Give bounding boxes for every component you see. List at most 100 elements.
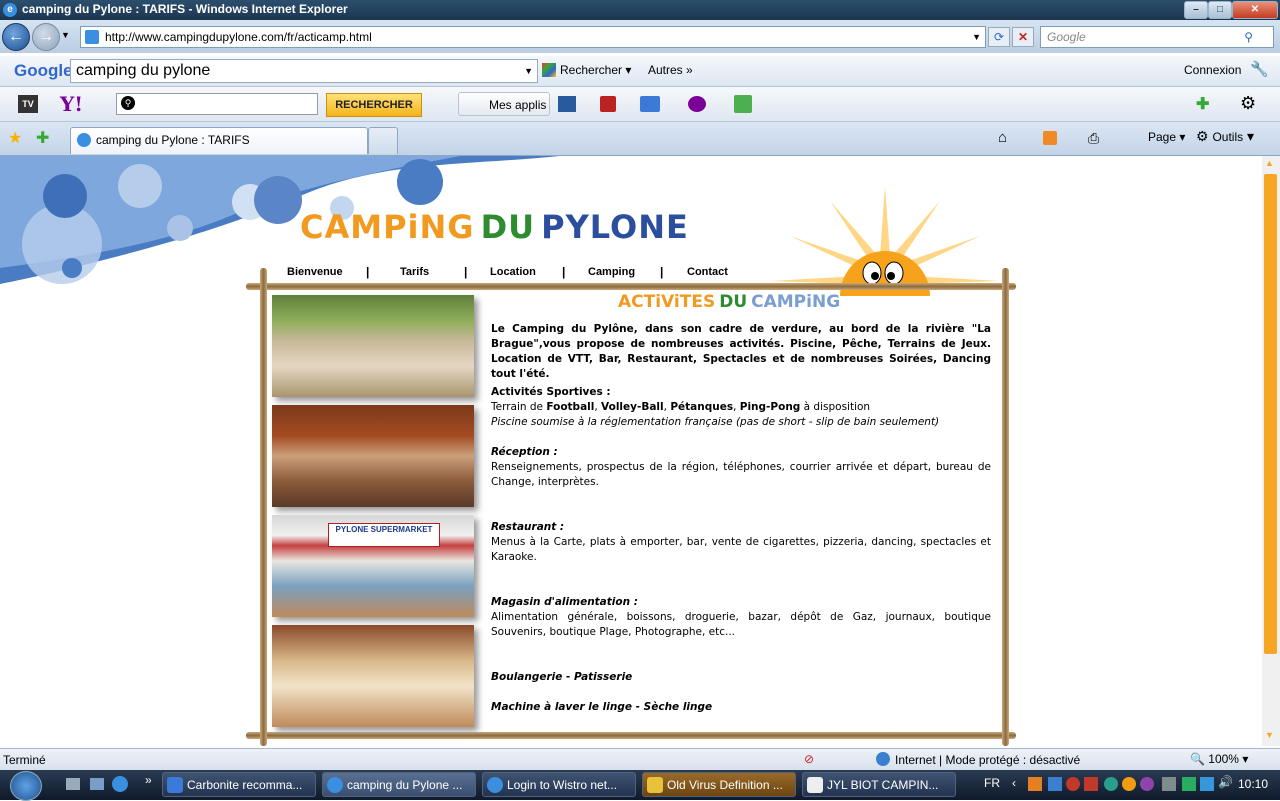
shop-title: Magasin d'alimentation : [491, 596, 638, 608]
puzzle-icon[interactable] [734, 95, 752, 113]
tab-title: camping du Pylone : TARIFS [96, 133, 250, 147]
document-icon [807, 777, 823, 793]
restaurant-text: Menus à la Carte, plats à emporter, bar,… [491, 536, 991, 563]
record-icon[interactable] [600, 96, 616, 112]
mail-icon[interactable] [640, 96, 660, 112]
add-icon[interactable]: ✚ [1196, 94, 1209, 114]
search-input[interactable]: Google ⚲ [1040, 26, 1274, 48]
video-icon[interactable] [558, 96, 576, 112]
yahoo-logo[interactable]: Y! [60, 92, 83, 116]
task-wistro[interactable]: Login to Wistro net... [482, 772, 636, 797]
url-input[interactable]: http://www.campingdupylone.com/fr/actica… [80, 26, 986, 48]
address-bar: ← → ▼ http://www.campingdupylone.com/fr/… [0, 20, 1280, 53]
tray-app-icon[interactable] [1028, 777, 1042, 791]
messenger-icon[interactable] [688, 96, 706, 112]
nav-tarifs[interactable]: Tarifs [400, 266, 429, 278]
tray-sync-icon[interactable] [1104, 777, 1118, 791]
more-button[interactable]: Autres » [648, 63, 693, 77]
search-icon[interactable]: ⚲ [1244, 27, 1253, 47]
nav-contact[interactable]: Contact [687, 266, 728, 278]
gear-icon[interactable]: ⚙ [1240, 93, 1256, 114]
add-favorite-icon[interactable]: ✚ [36, 128, 49, 148]
logo-part2: DU [480, 208, 536, 246]
google-search-input[interactable]: camping du pylone ▼ [70, 59, 538, 83]
carbonite-icon [167, 777, 183, 793]
close-window-button[interactable]: ✕ [1232, 1, 1278, 19]
photo-supermarket: PYLONE SUPERMARKET [272, 515, 474, 617]
popup-blocked-icon[interactable]: ⊘ [804, 752, 814, 766]
tab-active[interactable]: camping du Pylone : TARIFS [70, 127, 368, 154]
language-indicator[interactable]: FR [984, 776, 1000, 790]
minimize-button[interactable]: – [1184, 1, 1208, 19]
new-tab-button[interactable] [368, 127, 398, 154]
stop-icon[interactable]: ✕ [1012, 27, 1034, 47]
nav-location[interactable]: Location [490, 266, 536, 278]
site-logo[interactable]: CAMPiNG DU PYLONE [300, 208, 689, 246]
home-icon[interactable]: ⌂ [998, 129, 1007, 146]
google-query-text: camping du pylone [76, 62, 211, 79]
yahoo-search-input[interactable]: ⚲ [116, 93, 318, 115]
search-icon: ⚲ [121, 96, 135, 110]
nav-camping[interactable]: Camping [588, 266, 635, 278]
volume-icon[interactable]: 🔊 [1218, 775, 1233, 789]
scroll-thumb[interactable] [1264, 174, 1277, 654]
scroll-up-arrow-icon[interactable]: ▲ [1265, 158, 1274, 168]
task-virus-definition[interactable]: Old Virus Definition ... [642, 772, 796, 797]
nav-separator: | [464, 265, 468, 279]
tray-wifi-icon[interactable] [1200, 777, 1214, 791]
url-text: http://www.campingdupylone.com/fr/actica… [105, 30, 372, 44]
vertical-scrollbar[interactable]: ▲ ▼ [1262, 156, 1280, 746]
print-icon[interactable]: ⎙ [1088, 130, 1099, 147]
back-button[interactable]: ← [2, 23, 30, 51]
google-logo[interactable]: Google [14, 61, 73, 81]
tray-expand-icon[interactable]: ‹ [1012, 776, 1016, 790]
tray-security-icon[interactable] [1066, 777, 1080, 791]
rss-icon[interactable] [1043, 131, 1057, 145]
logo-part1: CAMPiNG [300, 208, 475, 246]
tray-ati-icon[interactable] [1084, 777, 1098, 791]
quicklaunch-more-icon[interactable]: » [145, 773, 152, 787]
tv-icon[interactable]: TV [18, 95, 38, 113]
tray-update-icon[interactable] [1122, 777, 1136, 791]
window-title: camping du Pylone : TARIFS - Windows Int… [22, 2, 348, 16]
bakery-title: Boulangerie - Patisserie [491, 671, 633, 683]
google-search-button[interactable]: Rechercher ▾ [542, 63, 631, 77]
maximize-button[interactable]: □ [1208, 1, 1232, 19]
title-bar: e camping du Pylone : TARIFS - Windows I… [0, 0, 1280, 20]
ie-tab-icon [77, 133, 91, 147]
tray-device-icon[interactable] [1162, 777, 1176, 791]
switch-windows-icon[interactable] [90, 778, 104, 790]
yahoo-search-button[interactable]: RECHERCHER [326, 93, 422, 117]
query-dropdown-icon[interactable]: ▼ [524, 60, 533, 82]
tray-battery-icon[interactable] [1182, 777, 1196, 791]
sport-text: Terrain de Football, Volley-Ball, Pétanq… [491, 401, 871, 413]
page-icon [85, 30, 99, 44]
frame-right [1002, 268, 1009, 746]
ie-quicklaunch-icon[interactable] [112, 776, 128, 792]
refresh-icon[interactable]: ⟳ [988, 27, 1010, 47]
page-menu[interactable]: Page ▾ [1130, 130, 1185, 144]
url-dropdown-icon[interactable]: ▼ [972, 27, 981, 47]
tools-menu[interactable]: ⚙ Outils ▾ [1196, 128, 1254, 145]
google-icon [542, 63, 556, 77]
my-apps-button[interactable]: Mes applis [458, 92, 550, 116]
zoom-control[interactable]: 🔍 100% ▾ [1190, 752, 1248, 766]
start-button[interactable] [10, 771, 42, 801]
clock[interactable]: 10:10 [1238, 777, 1268, 791]
tray-network-icon[interactable] [1048, 777, 1062, 791]
reception-text: Renseignements, prospectus de la région,… [491, 461, 991, 488]
task-jyl-biot[interactable]: JYL BIOT CAMPIN... [802, 772, 956, 797]
tray-messenger-icon[interactable] [1140, 777, 1154, 791]
scroll-down-arrow-icon[interactable]: ▼ [1265, 730, 1274, 740]
login-link[interactable]: Connexion [1184, 63, 1241, 77]
security-zone[interactable]: Internet | Mode protégé : désactivé [895, 753, 1080, 767]
favorites-star-icon[interactable]: ★ [8, 128, 22, 148]
nav-bienvenue[interactable]: Bienvenue [287, 266, 343, 278]
forward-button[interactable]: → [32, 23, 60, 51]
task-camping[interactable]: camping du Pylone ... [322, 772, 476, 797]
history-dropdown-icon[interactable]: ▼ [61, 30, 70, 40]
nav-separator: | [660, 265, 664, 279]
show-desktop-icon[interactable] [66, 778, 80, 790]
wrench-icon[interactable]: 🔧 [1250, 60, 1269, 78]
task-carbonite[interactable]: Carbonite recomma... [162, 772, 316, 797]
